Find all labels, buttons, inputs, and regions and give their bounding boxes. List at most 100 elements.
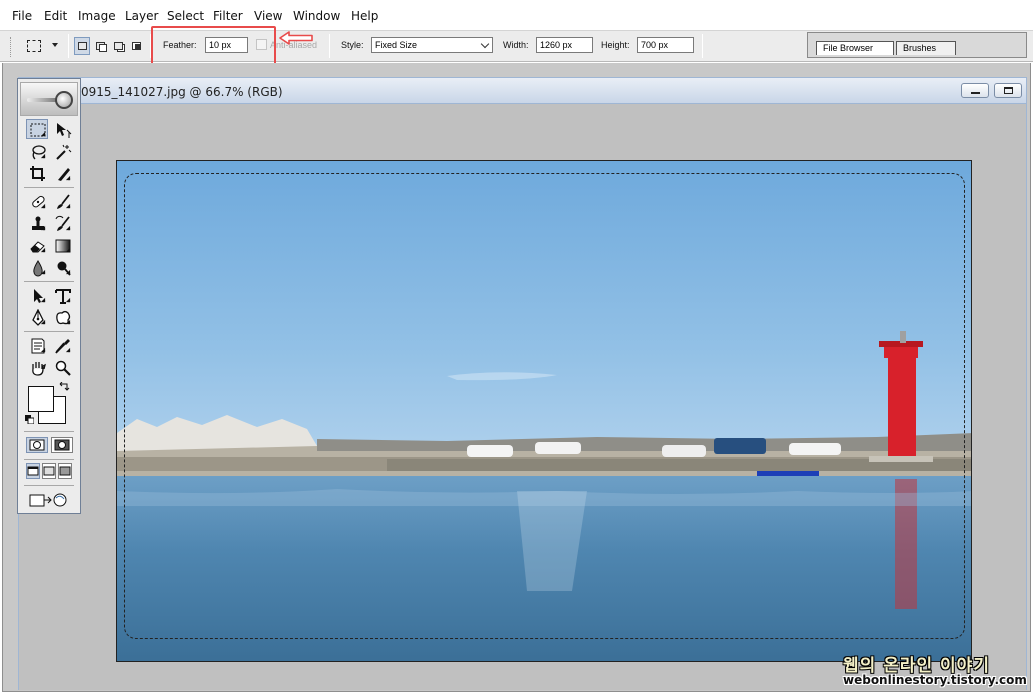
path-select-icon — [34, 289, 43, 303]
tool-hand[interactable] — [26, 357, 48, 377]
hand-icon — [32, 362, 46, 376]
magic-wand-icon — [56, 144, 72, 160]
toolbox-divider — [24, 187, 74, 188]
tool-magic-wand[interactable] — [51, 141, 73, 161]
tool-expand-icon — [40, 319, 46, 325]
document-title-bar[interactable]: 0915_141027.jpg @ 66.7% (RGB) — [19, 78, 1026, 104]
quick-mask-icon — [54, 439, 70, 451]
gradient-icon — [55, 239, 71, 253]
tool-expand-icon — [40, 247, 46, 253]
toolbox-divider — [24, 331, 74, 332]
tool-eraser[interactable] — [26, 235, 48, 255]
add-selection-icon-overlay — [99, 44, 107, 52]
maximize-icon — [1004, 87, 1013, 94]
toolbox — [17, 78, 81, 514]
new-selection-icon — [78, 42, 87, 50]
eye-logo-icon — [55, 91, 73, 109]
tool-expand-icon — [40, 203, 46, 209]
screen-mode-full-menu-icon — [43, 466, 55, 476]
maximize-button[interactable] — [994, 83, 1022, 98]
rect-marquee-icon — [27, 40, 41, 52]
menu-select[interactable]: Select — [167, 9, 204, 23]
screen-mode-full[interactable] — [58, 463, 72, 479]
add-selection-button[interactable] — [92, 37, 108, 55]
custom-shape-icon — [56, 310, 71, 325]
crop-icon — [30, 166, 45, 181]
style-select[interactable]: Fixed Size — [371, 37, 493, 53]
tool-expand-icon — [65, 175, 71, 181]
minimize-button[interactable] — [961, 83, 989, 98]
pen-icon — [32, 309, 44, 326]
brush-icon — [57, 194, 70, 209]
screen-mode-standard[interactable] — [26, 463, 40, 479]
tool-custom-shape[interactable] — [51, 307, 73, 327]
toolbox-wing-decoration — [27, 98, 57, 102]
tool-expand-icon — [65, 225, 71, 231]
tool-lasso[interactable] — [26, 141, 48, 161]
selection-marquee[interactable] — [124, 173, 965, 639]
menu-layer[interactable]: Layer — [125, 9, 158, 23]
tool-crop[interactable] — [26, 163, 48, 183]
document-title: 0915_141027.jpg @ 66.7% (RGB) — [81, 85, 283, 99]
tool-preset-picker[interactable] — [22, 37, 64, 57]
menu-view[interactable]: View — [254, 9, 282, 23]
marquee-icon — [30, 123, 46, 137]
tool-eyedropper[interactable] — [51, 335, 73, 355]
tool-expand-icon — [65, 347, 71, 353]
zoom-icon — [55, 360, 71, 376]
toolbox-header[interactable] — [20, 82, 78, 116]
tool-healing-brush[interactable] — [26, 191, 48, 211]
intersect-selection-icon-core — [135, 44, 140, 49]
tool-clone-stamp[interactable] — [26, 213, 48, 233]
tool-type[interactable] — [51, 285, 73, 305]
tool-notes[interactable] — [26, 335, 48, 355]
quick-mask-mode-button[interactable] — [51, 437, 73, 453]
subtract-selection-button[interactable] — [110, 37, 126, 55]
new-selection-button[interactable] — [74, 37, 90, 55]
callout-arrow-icon — [279, 31, 313, 45]
menu-image[interactable]: Image — [78, 9, 116, 23]
tool-zoom[interactable] — [51, 357, 73, 377]
separator — [68, 34, 69, 58]
tool-marquee[interactable] — [26, 119, 48, 139]
tool-move[interactable] — [51, 119, 73, 139]
menu-file[interactable]: File — [12, 9, 32, 23]
tool-brush[interactable] — [51, 191, 73, 211]
chevron-down-icon — [480, 39, 490, 49]
tool-expand-icon — [40, 131, 46, 137]
move-icon — [57, 123, 72, 138]
options-bar-grip[interactable] — [10, 37, 13, 57]
tool-expand-icon — [65, 319, 71, 325]
screen-mode-full-icon — [59, 466, 71, 476]
foreground-color-swatch[interactable] — [28, 386, 54, 412]
tool-slice[interactable] — [51, 163, 73, 183]
menu-window[interactable]: Window — [293, 9, 340, 23]
tab-file-browser[interactable]: File Browser — [816, 41, 894, 55]
tool-blur[interactable] — [26, 257, 48, 277]
menu-help[interactable]: Help — [351, 9, 378, 23]
tool-dodge[interactable] — [51, 257, 73, 277]
style-label: Style: — [341, 40, 364, 50]
tool-expand-icon — [65, 269, 71, 275]
height-input[interactable] — [637, 37, 694, 53]
menu-filter[interactable]: Filter — [213, 9, 243, 23]
tool-expand-icon — [40, 347, 46, 353]
menu-edit[interactable]: Edit — [44, 9, 67, 23]
standard-mode-button[interactable] — [26, 437, 48, 453]
tool-history-brush[interactable] — [51, 213, 73, 233]
clone-stamp-icon — [32, 216, 44, 230]
tool-expand-icon — [65, 297, 71, 303]
screen-mode-standard-icon — [27, 466, 39, 476]
screen-mode-full-menu[interactable] — [42, 463, 56, 479]
tool-gradient[interactable] — [51, 235, 73, 255]
default-colors-icon[interactable] — [25, 415, 34, 424]
tool-path-select[interactable] — [26, 285, 48, 305]
toolbox-divider — [24, 431, 74, 432]
jump-to-imageready-button[interactable] — [26, 490, 72, 510]
intersect-selection-button[interactable] — [128, 37, 144, 55]
swap-colors-icon[interactable] — [58, 382, 70, 392]
width-input[interactable] — [536, 37, 593, 53]
tool-pen[interactable] — [26, 307, 48, 327]
minimize-icon — [971, 92, 980, 94]
tab-brushes[interactable]: Brushes — [896, 41, 956, 55]
